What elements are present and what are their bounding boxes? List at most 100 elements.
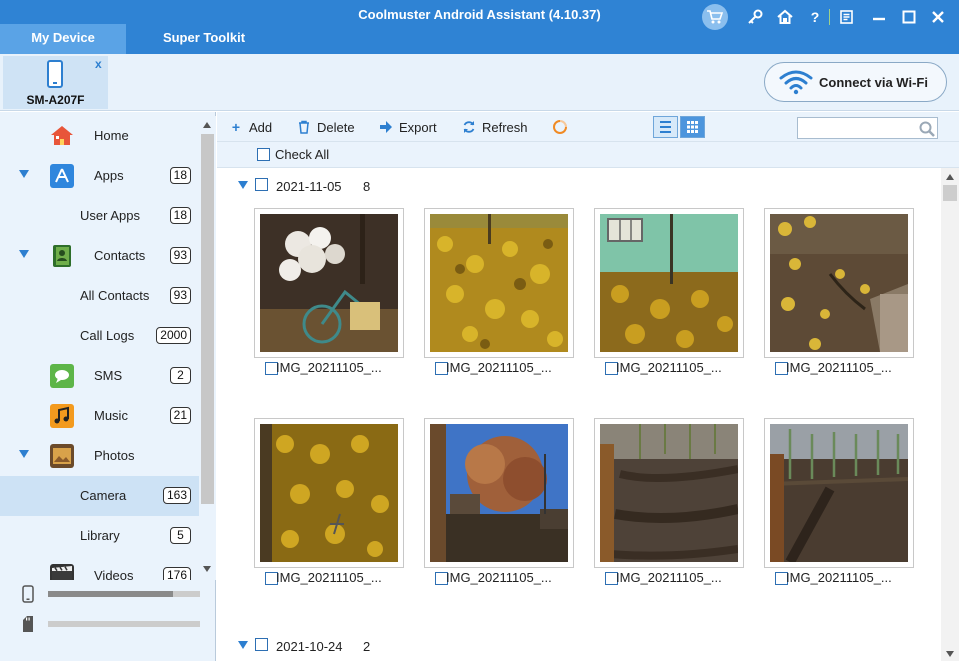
search-input[interactable] bbox=[800, 119, 910, 137]
help-icon[interactable]: ? bbox=[804, 6, 826, 28]
sidebar-item-label: Camera bbox=[80, 488, 127, 503]
count-badge: 18 bbox=[169, 207, 191, 224]
scroll-up-icon[interactable] bbox=[203, 122, 211, 128]
device-close-button[interactable]: x bbox=[95, 57, 102, 71]
group-count: 2 bbox=[363, 639, 371, 654]
sidebar-list: Home Apps 18 User Apps 18 Contacts 93 Al… bbox=[0, 116, 199, 580]
cart-icon[interactable] bbox=[702, 4, 728, 30]
count-badge: 93 bbox=[169, 287, 191, 304]
photo-name: IMG_20211105_... bbox=[786, 360, 892, 375]
expand-arrow-icon[interactable] bbox=[19, 170, 29, 178]
check-all-checkbox[interactable] bbox=[257, 148, 270, 161]
device-name: SM-A207F bbox=[26, 93, 85, 107]
home-icon bbox=[50, 124, 74, 148]
photo-content: 2021-11-05 8 IMG_20211105_... IMG_202111… bbox=[217, 168, 941, 661]
sidebar-item-photos[interactable]: Photos bbox=[0, 436, 199, 476]
photo-image bbox=[600, 424, 738, 562]
photo-thumbnail[interactable] bbox=[254, 208, 404, 358]
sidebar-item-label: Contacts bbox=[94, 248, 146, 263]
refresh-button[interactable]: Refresh bbox=[462, 119, 537, 137]
tab-my-device[interactable]: My Device bbox=[0, 24, 126, 54]
group-date: 2021-11-05 bbox=[276, 179, 342, 194]
photo-name: IMG_20211105_... bbox=[276, 570, 382, 585]
apps-icon bbox=[50, 164, 74, 188]
search-icon[interactable] bbox=[918, 120, 936, 138]
date-group-header: 2021-11-05 8 bbox=[217, 176, 941, 196]
home-icon[interactable] bbox=[774, 6, 796, 28]
scroll-down-icon[interactable] bbox=[946, 651, 954, 657]
photo-name: IMG_20211105_... bbox=[276, 360, 382, 375]
trash-icon bbox=[299, 120, 309, 134]
title-separator bbox=[829, 9, 830, 25]
scroll-down-icon[interactable] bbox=[203, 566, 211, 572]
expand-arrow-icon[interactable] bbox=[19, 450, 29, 458]
sd-storage-bar bbox=[48, 621, 200, 627]
photo-image bbox=[430, 214, 568, 352]
export-button[interactable]: Export bbox=[379, 119, 449, 137]
photo-name: IMG_20211105_... bbox=[446, 570, 552, 585]
phone-storage-bar bbox=[48, 591, 200, 597]
sidebar-item-music[interactable]: Music 21 bbox=[0, 396, 199, 436]
sidebar-item-user-apps[interactable]: User Apps 18 bbox=[0, 196, 199, 236]
sidebar-item-label: SMS bbox=[94, 368, 123, 383]
scroll-up-icon[interactable] bbox=[946, 174, 954, 180]
connect-wifi-button[interactable]: Connect via Wi-Fi bbox=[764, 62, 947, 102]
grid-view-icon bbox=[687, 121, 698, 133]
photo-image bbox=[260, 214, 398, 352]
photo-image bbox=[430, 424, 568, 562]
close-icon[interactable] bbox=[927, 6, 949, 28]
check-all-bar: Check All bbox=[217, 142, 959, 168]
search-box[interactable] bbox=[797, 117, 938, 139]
sidebar-item-home[interactable]: Home bbox=[0, 116, 199, 156]
photo-thumbnail[interactable] bbox=[594, 208, 744, 358]
collapse-arrow-icon[interactable] bbox=[238, 641, 248, 649]
date-group-header: 2021-10-24 2 bbox=[217, 636, 941, 656]
sidebar-item-videos[interactable]: Videos 176 bbox=[0, 556, 199, 580]
expand-arrow-icon[interactable] bbox=[19, 250, 29, 258]
phone-icon bbox=[47, 60, 63, 88]
photo-thumbnail[interactable] bbox=[254, 418, 404, 568]
sidebar-item-label: Photos bbox=[94, 448, 135, 463]
group-checkbox[interactable] bbox=[255, 178, 268, 191]
photo-thumbnail[interactable] bbox=[764, 418, 914, 568]
photo-thumbnail[interactable] bbox=[424, 418, 574, 568]
photo-caption: IMG_20211105_... bbox=[764, 570, 914, 588]
grid-view-button[interactable] bbox=[680, 116, 705, 138]
wifi-button-label: Connect via Wi-Fi bbox=[819, 75, 928, 90]
maximize-icon[interactable] bbox=[898, 6, 920, 28]
photo-thumbnail[interactable] bbox=[764, 208, 914, 358]
sidebar-item-label: Library bbox=[80, 528, 120, 543]
feedback-icon[interactable] bbox=[836, 6, 858, 28]
photo-thumbnail[interactable] bbox=[594, 418, 744, 568]
device-card[interactable]: SM-A207F x bbox=[3, 56, 108, 109]
sidebar-item-camera[interactable]: Camera 163 bbox=[0, 476, 199, 516]
sidebar-item-label: Music bbox=[94, 408, 128, 423]
content-scrollbar[interactable] bbox=[941, 168, 959, 661]
scroll-thumb[interactable] bbox=[943, 185, 957, 201]
sidebar-item-contacts[interactable]: Contacts 93 bbox=[0, 236, 199, 276]
sidebar-item-all-contacts[interactable]: All Contacts 93 bbox=[0, 276, 199, 316]
add-button[interactable]: + Add bbox=[229, 119, 289, 137]
photo-caption: IMG_20211105_... bbox=[254, 360, 404, 378]
scroll-thumb[interactable] bbox=[201, 134, 214, 504]
group-checkbox[interactable] bbox=[255, 638, 268, 651]
minimize-icon[interactable] bbox=[868, 6, 890, 28]
plus-icon: + bbox=[231, 119, 241, 135]
list-view-button[interactable] bbox=[653, 116, 678, 138]
photo-thumbnail[interactable] bbox=[424, 208, 574, 358]
tab-super-toolkit[interactable]: Super Toolkit bbox=[126, 24, 282, 54]
photo-image bbox=[260, 424, 398, 562]
sidebar-item-label: Home bbox=[94, 128, 129, 143]
sidebar-item-library[interactable]: Library 5 bbox=[0, 516, 199, 556]
delete-label: Delete bbox=[317, 120, 355, 135]
key-icon[interactable] bbox=[744, 6, 766, 28]
photo-name: IMG_20211105_... bbox=[446, 360, 552, 375]
sidebar-scrollbar[interactable] bbox=[199, 116, 216, 580]
photo-name: IMG_20211105_... bbox=[786, 570, 892, 585]
delete-button[interactable]: Delete bbox=[297, 119, 367, 137]
sidebar-item-apps[interactable]: Apps 18 bbox=[0, 156, 199, 196]
collapse-arrow-icon[interactable] bbox=[238, 181, 248, 189]
add-label: Add bbox=[249, 120, 273, 135]
sidebar-item-call-logs[interactable]: Call Logs 2000 bbox=[0, 316, 199, 356]
sidebar-item-sms[interactable]: SMS 2 bbox=[0, 356, 199, 396]
